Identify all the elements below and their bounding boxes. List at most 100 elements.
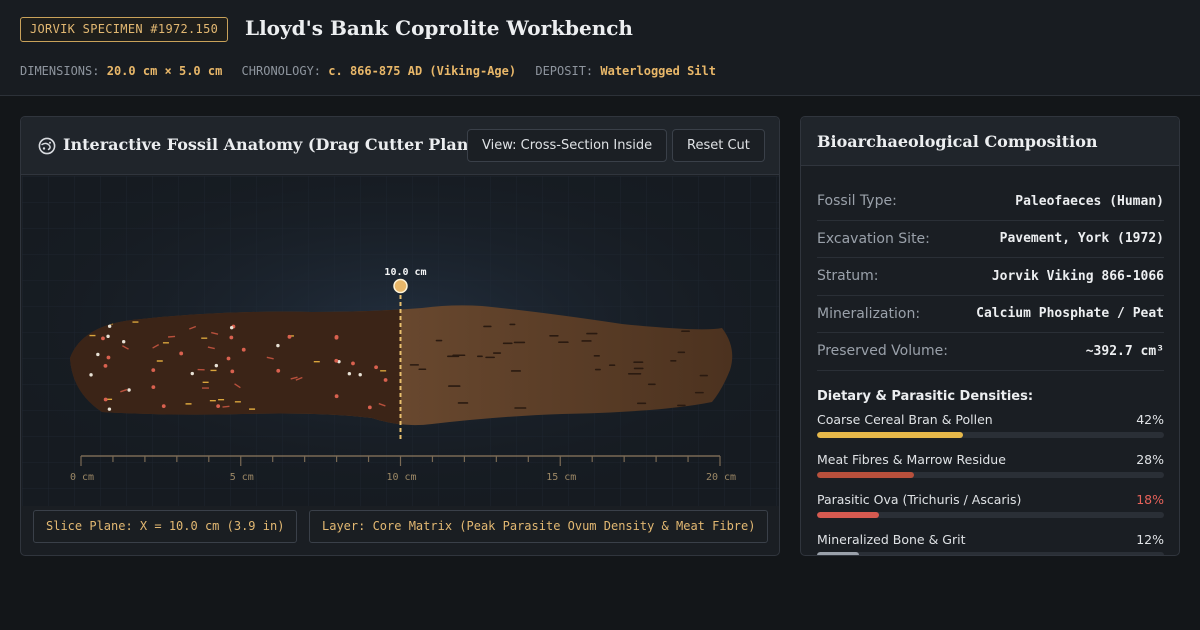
parasite-ovum: [241, 347, 246, 352]
property-value: Jorvik Viking 866-1066: [991, 268, 1164, 284]
specimen-tag: JORVIK SPECIMEN #1972.150: [20, 17, 229, 42]
composition-panel: Bioarchaeological Composition Fossil Typ…: [800, 116, 1180, 556]
density-row: Mineralized Bone & Grit 12%: [817, 531, 1164, 555]
bone-grit: [121, 340, 126, 344]
bone-grit: [190, 371, 194, 376]
property-label: Fossil Type:: [817, 193, 897, 210]
parasite-ovum: [179, 351, 184, 356]
specimen-meta: DIMENSIONS: 20.0 cm × 5.0 cm CHRONOLOGY:…: [20, 64, 728, 78]
meta-key-dimensions: DIMENSIONS:: [20, 64, 100, 78]
ruler-label: 5 cm: [230, 472, 254, 483]
bone-grit: [358, 373, 362, 377]
parasite-ovum: [334, 335, 339, 340]
bone-grit: [276, 343, 280, 348]
meta-key-deposit: DEPOSIT:: [535, 64, 594, 78]
property-row-excavation-site: Excavation Site: Pavement, York (1972): [817, 221, 1164, 258]
fossil-viewport[interactable]: 0 cm 5 cm 10 cm 15 cm 20 cm 10.0 cm: [22, 176, 780, 506]
bone-grit: [89, 373, 93, 377]
parasite-ovum: [374, 365, 378, 370]
parasite-ovum: [287, 334, 292, 339]
density-bar-track: [817, 551, 1164, 555]
density-label: Meat Fibres & Marrow Residue: [817, 451, 1006, 467]
bone-grit: [106, 334, 110, 339]
app-header: JORVIK SPECIMEN #1972.150 Lloyd's Bank C…: [0, 0, 1200, 96]
density-value: 42%: [1136, 411, 1164, 427]
parasite-ovum: [226, 356, 231, 361]
density-row: Parasitic Ova (Trichuris / Ascaris) 18%: [817, 492, 1164, 524]
parasite-ovum: [229, 335, 234, 340]
parasite-ovum: [367, 405, 372, 410]
parasite-ovum: [230, 369, 235, 374]
fossil-icon: [38, 137, 56, 155]
parasite-ovum: [161, 404, 166, 409]
property-row-stratum: Stratum: Jorvik Viking 866-1066: [817, 258, 1164, 296]
layer-status: Layer: Core Matrix (Peak Parasite Ovum D…: [309, 510, 769, 543]
meta-value-dimensions: 20.0 cm × 5.0 cm: [106, 64, 223, 78]
parasite-ovum: [216, 404, 221, 409]
density-row: Meat Fibres & Marrow Residue 28%: [817, 452, 1164, 484]
anatomy-panel: Interactive Fossil Anatomy (Drag Cutter …: [20, 116, 780, 556]
parasite-ovum: [151, 385, 156, 390]
density-bar-track: [817, 511, 1164, 518]
reset-cut-button[interactable]: Reset Cut: [672, 129, 765, 162]
parasite-ovum: [101, 336, 105, 341]
fossil-canvas[interactable]: 0 cm 5 cm 10 cm 15 cm 20 cm 10.0 cm: [22, 176, 780, 506]
density-value: 12%: [1136, 531, 1164, 547]
property-value: ~392.7 cm³: [1085, 343, 1164, 359]
cutter-handle[interactable]: [393, 278, 408, 294]
parasite-ovum: [151, 368, 156, 373]
ruler-label: 10 cm: [386, 472, 416, 483]
bone-grit: [96, 352, 100, 357]
density-bar-track: [817, 471, 1164, 478]
bone-grit: [107, 407, 112, 411]
density-bar-fill: [817, 551, 859, 555]
property-value: Calcium Phosphate / Peat: [976, 306, 1164, 322]
parasite-ovum: [106, 355, 111, 360]
property-value: Paleofaeces (Human): [1015, 193, 1164, 209]
bone-grit: [127, 388, 131, 392]
meta-value-deposit: Waterlogged Silt: [600, 64, 716, 78]
parasite-ovum: [334, 358, 339, 363]
property-label: Excavation Site:: [817, 230, 930, 247]
meta-key-chronology: CHRONOLOGY:: [241, 64, 322, 78]
ruler-label: 0 cm: [70, 472, 94, 483]
parasite-ovum: [351, 361, 355, 366]
cutter-position-label: 10.0 cm: [384, 267, 426, 278]
parasite-ovum: [103, 363, 108, 368]
density-value: 18%: [1136, 491, 1164, 507]
parasite-ovum: [276, 368, 281, 373]
property-label: Stratum:: [817, 268, 879, 285]
composition-panel-title: Bioarchaeological Composition: [817, 132, 1098, 151]
density-bar-fill: [817, 511, 880, 518]
composition-body: Fossil Type: Paleofaeces (Human) Excavat…: [817, 183, 1164, 555]
composition-panel-header: Bioarchaeological Composition: [801, 117, 1179, 166]
property-row-mineralization: Mineralization: Calcium Phosphate / Peat: [817, 296, 1164, 333]
view-cross-section-button[interactable]: View: Cross-Section Inside: [467, 129, 668, 162]
density-bar-fill: [817, 471, 915, 478]
densities-title: Dietary & Parasitic Densities:: [817, 388, 1034, 404]
density-row: Coarse Cereal Bran & Pollen 42%: [817, 412, 1164, 444]
property-row-fossil-type: Fossil Type: Paleofaeces (Human): [817, 183, 1164, 221]
parasite-ovum: [383, 378, 388, 382]
density-label: Parasitic Ova (Trichuris / Ascaris): [817, 491, 1022, 507]
density-label: Mineralized Bone & Grit: [817, 531, 966, 547]
property-label: Mineralization:: [817, 305, 921, 322]
bone-grit: [347, 371, 352, 376]
anatomy-panel-header: Interactive Fossil Anatomy (Drag Cutter …: [21, 117, 779, 175]
slice-plane-status: Slice Plane: X = 10.0 cm (3.9 in): [33, 510, 298, 543]
meta-value-chronology: c. 866-875 AD (Viking-Age): [328, 64, 517, 78]
parasite-ovum: [334, 394, 339, 399]
density-label: Coarse Cereal Bran & Pollen: [817, 411, 993, 427]
ruler-label: 15 cm: [546, 472, 576, 483]
property-label: Preserved Volume:: [817, 343, 948, 360]
density-value: 28%: [1136, 451, 1164, 467]
meat-fibre: [168, 335, 176, 338]
property-value: Pavement, York (1972): [999, 231, 1164, 247]
density-bar-track: [817, 431, 1164, 438]
ruler-label: 20 cm: [706, 472, 736, 483]
bone-grit: [229, 325, 234, 330]
property-row-preserved-volume: Preserved Volume: ~392.7 cm³: [817, 333, 1164, 371]
parasite-ovum: [103, 397, 108, 402]
app-title: Lloyd's Bank Coprolite Workbench: [245, 16, 633, 40]
bone-grit: [107, 324, 112, 328]
